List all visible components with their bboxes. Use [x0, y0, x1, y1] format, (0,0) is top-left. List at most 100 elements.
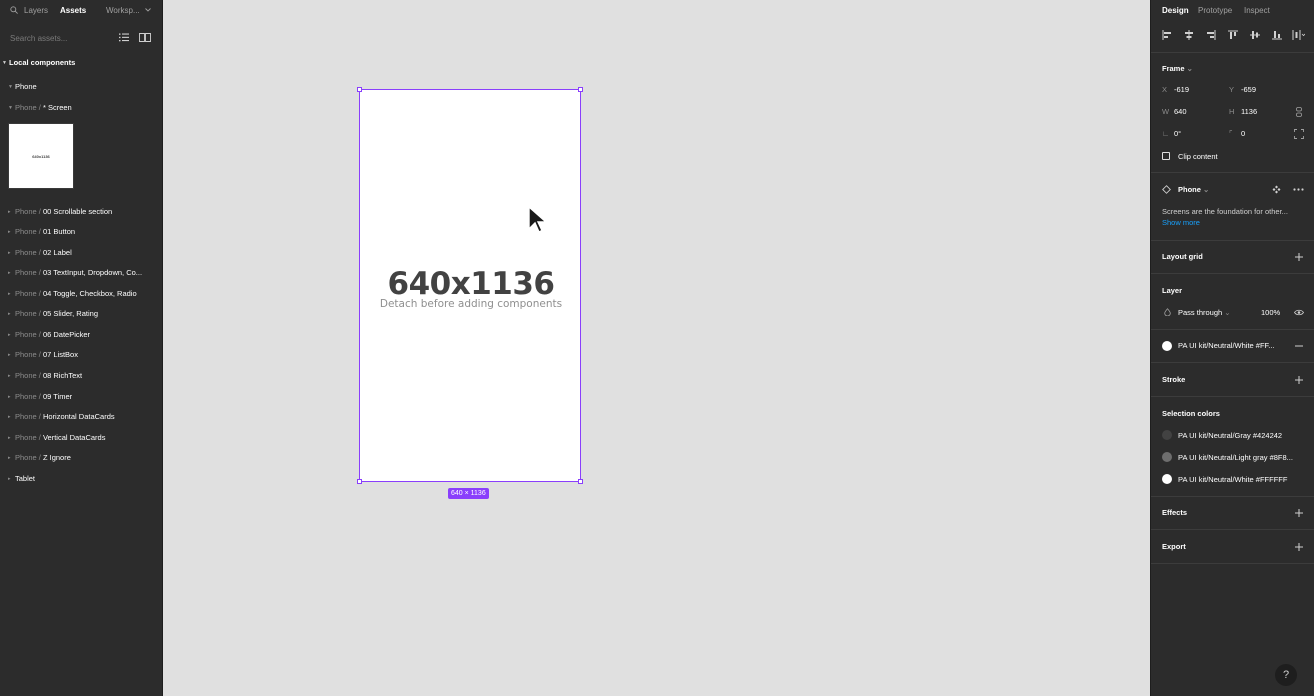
- align-top-icon[interactable]: [1226, 28, 1240, 42]
- color-swatch[interactable]: [1162, 452, 1172, 462]
- design-properties-panel: Design Prototype Inspect Frame ⌄ X -619 Y…: [1150, 0, 1314, 696]
- corner-radius-field[interactable]: ⌜ 0: [1229, 127, 1245, 141]
- blend-mode-dropdown[interactable]: Pass through ⌄: [1178, 308, 1231, 317]
- align-right-icon[interactable]: [1204, 28, 1218, 42]
- height-field[interactable]: H 1136: [1229, 105, 1257, 119]
- tree-item-component[interactable]: ▸ Phone / 05 Slider, Rating: [0, 307, 163, 321]
- color-swatch[interactable]: [1162, 430, 1172, 440]
- add-layout-grid-icon[interactable]: [1294, 252, 1304, 262]
- tab-layers[interactable]: Layers: [24, 6, 48, 15]
- component-name-dropdown[interactable]: Phone ⌄: [1178, 185, 1209, 194]
- component-instance-icon: [1162, 185, 1171, 194]
- list-view-icon[interactable]: [119, 33, 129, 42]
- frame-section-title[interactable]: Frame ⌄: [1162, 64, 1193, 73]
- tab-design[interactable]: Design: [1162, 6, 1189, 15]
- tree-item-component[interactable]: ▸ Phone / 02 Label: [0, 246, 163, 260]
- tree-item-component[interactable]: ▸ Phone / 08 RichText: [0, 369, 163, 383]
- tree-item-label: Tablet: [15, 474, 36, 483]
- library-book-icon[interactable]: [139, 33, 151, 42]
- tab-inspect[interactable]: Inspect: [1244, 6, 1270, 15]
- divider: [1151, 273, 1314, 274]
- caret-right-icon: ▸: [8, 373, 11, 379]
- tree-item-prefix: Phone /: [15, 207, 43, 216]
- rotation-field[interactable]: ∟ 0°: [1162, 127, 1181, 141]
- selection-color-label[interactable]: PA UI kit/Neutral/Light gray #8F8...: [1178, 453, 1293, 462]
- mouse-cursor-icon: [528, 205, 548, 233]
- more-options-icon[interactable]: [1293, 188, 1304, 191]
- tree-item-component[interactable]: ▸ Phone / Horizontal DataCards: [0, 410, 163, 424]
- add-export-icon[interactable]: [1294, 542, 1304, 552]
- tree-item-phone[interactable]: ▼ Phone: [0, 80, 163, 94]
- workspace-dropdown[interactable]: Worksp...: [106, 6, 140, 15]
- tree-item-component[interactable]: ▸ Phone / 04 Toggle, Checkbox, Radio: [0, 287, 163, 301]
- constrain-proportions-icon[interactable]: [1295, 107, 1303, 117]
- rotation-icon: ∟: [1162, 129, 1170, 138]
- tree-item-component[interactable]: ▸ Phone / 07 ListBox: [0, 348, 163, 362]
- component-thumbnail[interactable]: 640x1136: [8, 123, 74, 189]
- tree-item-component[interactable]: ▸ Phone / Z Ignore: [0, 451, 163, 465]
- fill-swatch[interactable]: [1162, 341, 1172, 351]
- component-description: Screens are the foundation for other...: [1162, 207, 1288, 216]
- h-key: H: [1229, 107, 1235, 116]
- add-effect-icon[interactable]: [1294, 508, 1304, 518]
- align-left-icon[interactable]: [1160, 28, 1174, 42]
- local-components-header[interactable]: ▼ Local components: [0, 56, 163, 70]
- tree-item-component[interactable]: ▸ Phone / 00 Scrollable section: [0, 205, 163, 219]
- tab-assets[interactable]: Assets: [60, 6, 86, 15]
- resize-handle-bottom-left[interactable]: [357, 479, 362, 484]
- tree-item-component[interactable]: ▸ Phone / 06 DatePicker: [0, 328, 163, 342]
- tree-item-label: 07 ListBox: [42, 350, 78, 359]
- tree-item-prefix: Phone /: [15, 268, 43, 277]
- clip-content-checkbox[interactable]: [1162, 152, 1170, 160]
- tree-item-component[interactable]: ▸ Phone / 01 Button: [0, 225, 163, 239]
- show-more-link[interactable]: Show more: [1162, 218, 1200, 227]
- resize-handle-top-left[interactable]: [357, 87, 362, 92]
- tree-item-label: 03 TextInput, Dropdown, Co...: [42, 268, 143, 277]
- design-canvas[interactable]: 640x1136 Detach before adding components…: [163, 0, 1150, 696]
- tree-item-label: 02 Label: [42, 248, 72, 257]
- align-horizontal-center-icon[interactable]: [1182, 28, 1196, 42]
- tree-item-label: 01 Button: [42, 227, 76, 236]
- add-stroke-icon[interactable]: [1294, 375, 1304, 385]
- independent-corners-icon[interactable]: [1294, 129, 1304, 139]
- caret-right-icon: ▸: [8, 332, 11, 338]
- tree-item-prefix: Phone /: [15, 412, 43, 421]
- selection-color-label[interactable]: PA UI kit/Neutral/Gray #424242: [1178, 431, 1282, 440]
- search-assets-input[interactable]: [10, 32, 110, 44]
- x-value: -619: [1174, 85, 1190, 94]
- search-icon[interactable]: [10, 6, 18, 14]
- tree-item-label: Z Ignore: [42, 453, 71, 462]
- go-to-main-component-icon[interactable]: [1272, 185, 1281, 194]
- color-swatch[interactable]: [1162, 474, 1172, 484]
- fill-style-label[interactable]: PA UI kit/Neutral/White #FF...: [1178, 341, 1275, 350]
- eye-icon[interactable]: [1294, 309, 1304, 316]
- help-button[interactable]: ?: [1275, 664, 1297, 686]
- rotation-value: 0°: [1174, 129, 1182, 138]
- tab-prototype[interactable]: Prototype: [1198, 6, 1232, 15]
- align-bottom-icon[interactable]: [1270, 28, 1284, 42]
- chevron-down-icon[interactable]: [145, 8, 151, 12]
- resize-handle-top-right[interactable]: [578, 87, 583, 92]
- phone-screen-frame[interactable]: 640x1136 Detach before adding components: [359, 89, 581, 482]
- tree-item-tablet[interactable]: ▸ Tablet: [0, 472, 163, 486]
- tree-item-label: 04 Toggle, Checkbox, Radio: [42, 289, 137, 298]
- tree-item-screen[interactable]: ▼ Phone / * Screen: [0, 101, 163, 115]
- y-field[interactable]: Y -659: [1229, 83, 1256, 97]
- tree-item-component[interactable]: ▸ Phone / 09 Timer: [0, 390, 163, 404]
- caret-right-icon: ▸: [8, 352, 11, 358]
- align-vertical-center-icon[interactable]: [1248, 28, 1262, 42]
- distribute-spacing-icon[interactable]: [1291, 28, 1305, 42]
- tree-item-component[interactable]: ▸ Phone / Vertical DataCards: [0, 431, 163, 445]
- selection-color-label[interactable]: PA UI kit/Neutral/White #FFFFFF: [1178, 475, 1287, 484]
- tree-item-component[interactable]: ▸ Phone / 03 TextInput, Dropdown, Co...: [0, 266, 163, 280]
- y-key: Y: [1229, 85, 1235, 94]
- x-field[interactable]: X -619: [1162, 83, 1189, 97]
- opacity-input[interactable]: 100%: [1261, 308, 1280, 317]
- remove-fill-icon[interactable]: [1294, 341, 1304, 351]
- resize-handle-bottom-right[interactable]: [578, 479, 583, 484]
- component-name: Phone: [1178, 185, 1201, 194]
- tree-item-label: Phone: [15, 82, 37, 91]
- width-field[interactable]: W 640: [1162, 105, 1187, 119]
- caret-right-icon: ▸: [8, 229, 11, 235]
- caret-down-icon: ▼: [2, 60, 7, 66]
